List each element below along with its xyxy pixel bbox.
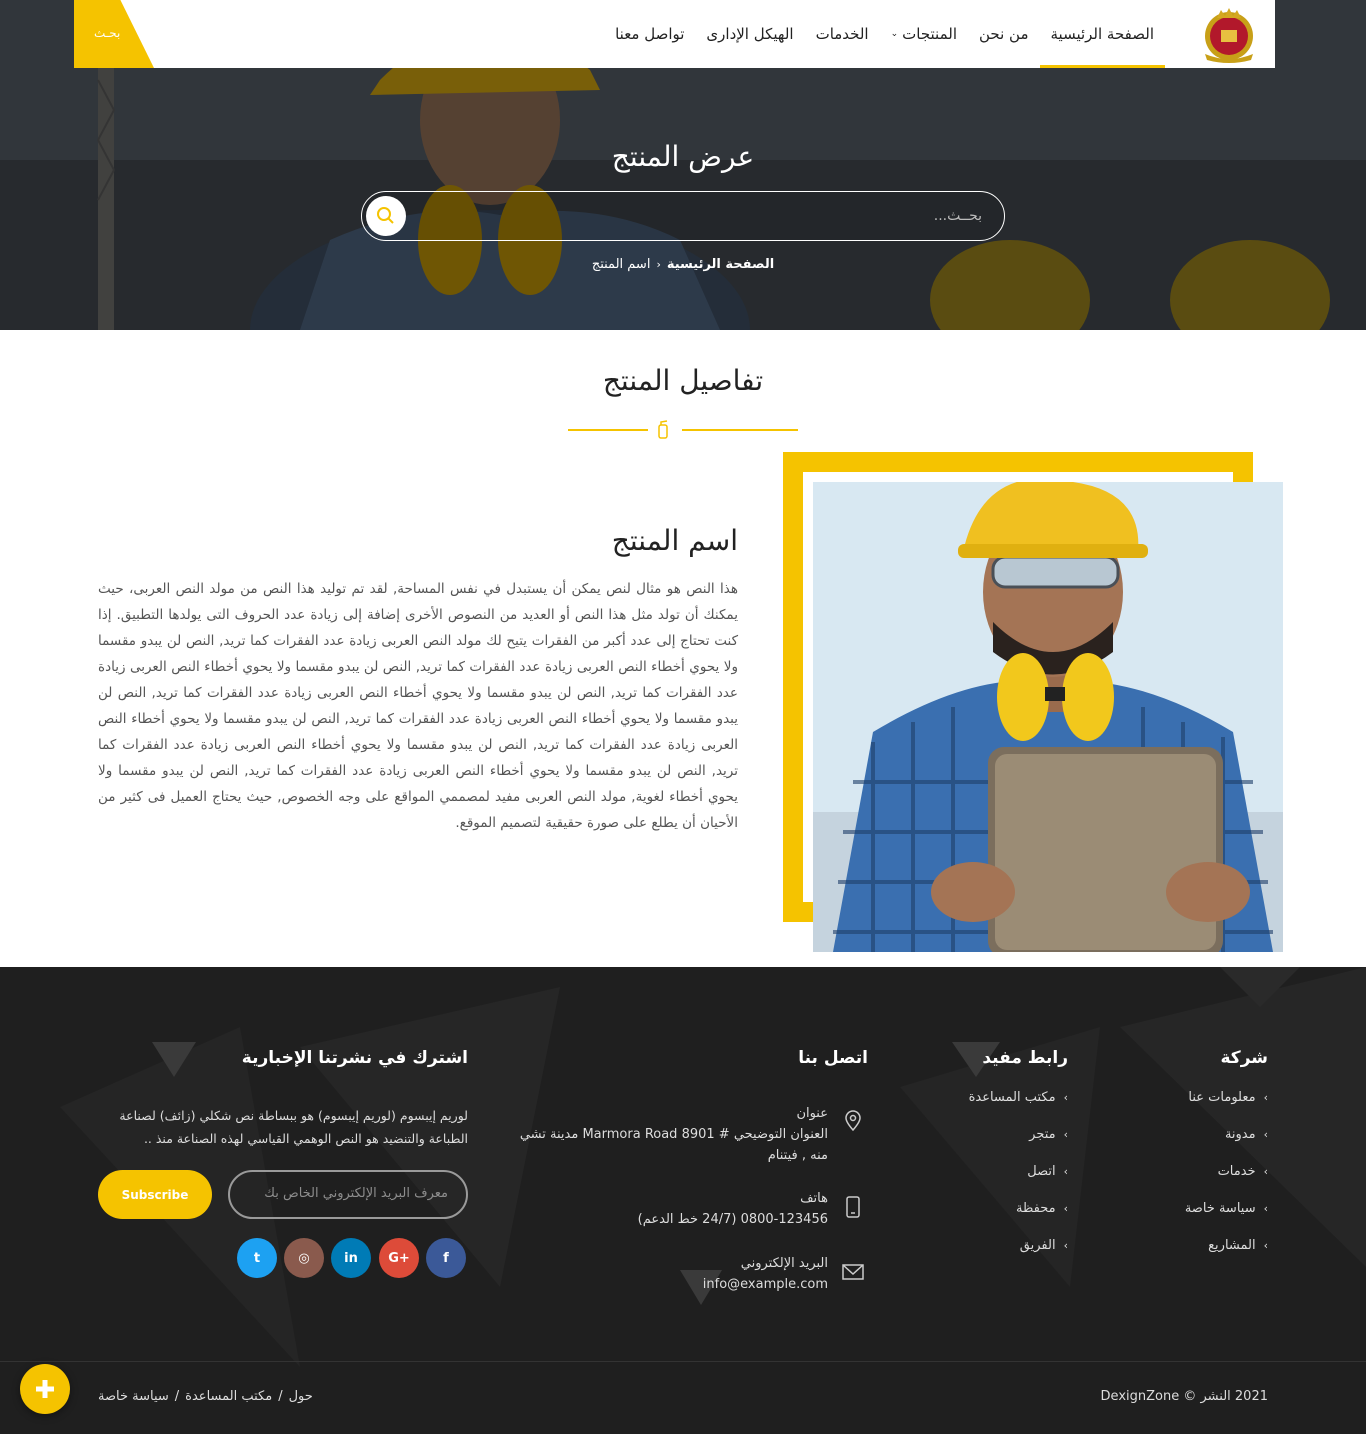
instagram-icon[interactable]: ◎ [284,1238,324,1278]
top-navbar: الصفحة الرئيسية من نحن المنتجات ⌄ الخدمات… [74,0,1275,68]
hero-search-input[interactable]: بحــث... [361,191,1005,241]
footer-company-col: شركة ›معلومات عنا ›مدونة ›خدمات ›سياسة خ… [1185,1048,1268,1253]
bottom-link-privacy[interactable]: سياسة خاصة [98,1389,169,1404]
chevron-right-icon: › [1263,1128,1268,1141]
title-divider-right [682,429,798,431]
nav-search-label: بحـث [94,26,121,40]
breadcrumb: الصفحة الرئيسية ‹ اسم المنتج [0,257,1366,272]
chevron-right-icon: › [1063,1165,1068,1178]
subscribe-button[interactable]: Subscribe [98,1170,212,1219]
footer-link[interactable]: ›المشاريع [1185,1238,1268,1253]
breadcrumb-home[interactable]: الصفحة الرئيسية [667,257,774,272]
chevron-right-icon: › [1263,1091,1268,1104]
address-value: العنوان التوضيحي # Marmora Road 8901 مدي… [519,1127,828,1163]
search-button[interactable] [366,196,406,236]
footer-link[interactable]: ›مدونة [1185,1127,1268,1142]
page-title: عرض المنتج [611,140,755,173]
floating-action-button[interactable] [20,1364,70,1414]
chevron-right-icon: › [1063,1239,1068,1252]
nav-item-home[interactable]: الصفحة الرئيسية [1039,0,1165,68]
footer-link[interactable]: ›اتصل [969,1164,1068,1179]
bottom-link-helpdesk[interactable]: مكتب المساعدة [185,1389,272,1404]
address-label: عنوان [796,1106,828,1121]
chevron-right-icon: › [1263,1202,1268,1215]
phone-value[interactable]: 0800-123456 (24/7 خط الدعم) [638,1209,828,1230]
chevron-right-icon: › [1063,1091,1068,1104]
nav-item-products[interactable]: المنتجات ⌄ [880,0,968,68]
nav-search-button[interactable]: بحـث [74,0,154,68]
search-icon [377,207,394,224]
phone-icon [846,1196,860,1218]
extinguisher-icon [658,420,668,439]
copyright: 2021 النشر © DexignZone [1100,1389,1268,1404]
newsletter-email-input[interactable]: معرف البريد الإلكتروني الخاص بك [228,1170,468,1219]
contact-phone: هاتف 0800-123456 (24/7 خط الدعم) [638,1188,828,1230]
footer-newsletter-title-wrap: اشترك في نشرتنا الإخبارية [242,1048,468,1068]
footer-link[interactable]: ›الفريق [969,1238,1068,1253]
bottom-link-about[interactable]: حول [289,1389,313,1404]
company-logo[interactable] [1199,4,1259,64]
google-plus-icon[interactable]: G+ [379,1238,419,1278]
nav-item-about[interactable]: من نحن [968,0,1040,68]
section-title: تفاصيل المنتج [602,364,764,397]
footer-link[interactable]: ›مكتب المساعدة [969,1090,1068,1105]
newsletter-text: لوريم إيبسوم (لوريم إيبسوم) هو ببساطة نص… [119,1108,468,1146]
phone-label: هاتف [800,1191,828,1206]
worker-photo [813,482,1283,952]
footer-contact-title-wrap: اتصل بنا [798,1048,868,1068]
bottom-link-separator: / [278,1389,283,1404]
chevron-down-icon: ⌄ [890,29,899,39]
product-name: اسم المنتج [611,524,738,557]
plus-icon [36,1380,54,1398]
mail-icon [842,1264,864,1280]
facebook-icon[interactable]: f [426,1238,466,1278]
chevron-right-icon: › [1263,1165,1268,1178]
footer-useful-col: رابط مفيد ›مكتب المساعدة ›متجر ›اتصل ›مح… [969,1048,1068,1253]
email-value[interactable]: info@example.com [703,1274,828,1295]
linkedin-icon[interactable]: in [331,1238,371,1278]
footer-useful-title: رابط مفيد [982,1048,1068,1068]
chevron-right-icon: › [1063,1202,1068,1215]
chevron-right-icon: › [1263,1239,1268,1252]
footer-bottom-links: حول / مكتب المساعدة / سياسة خاصة [98,1389,313,1404]
footer-divider [0,1361,1366,1362]
footer-link[interactable]: ›متجر [969,1127,1068,1142]
newsletter-email-placeholder: معرف البريد الإلكتروني الخاص بك [264,1186,448,1201]
product-image [813,482,1283,952]
twitter-icon[interactable]: t [237,1238,277,1278]
footer-link[interactable]: ›معلومات عنا [1185,1090,1268,1105]
contact-email: البريد الإلكتروني info@example.com [703,1253,828,1295]
footer-newsletter-title: اشترك في نشرتنا الإخبارية [241,1048,468,1068]
email-label: البريد الإلكتروني [740,1256,828,1271]
footer-link[interactable]: ›محفظة [969,1201,1068,1216]
breadcrumb-current: اسم المنتج [591,257,651,272]
footer-link[interactable]: ›سياسة خاصة [1185,1201,1268,1216]
contact-address: عنوان العنوان التوضيحي # Marmora Road 89… [498,1103,828,1166]
bottom-link-separator: / [174,1389,180,1404]
search-placeholder: بحــث... [933,208,982,224]
footer-company-title: شركة [1220,1048,1269,1068]
nav-item-services[interactable]: الخدمات [805,0,880,68]
title-divider-left [568,429,648,431]
product-description: هذا النص هو مثال لنص يمكن أن يستبدل في ن… [98,581,738,831]
location-icon [845,1110,861,1132]
chevron-right-icon: › [1063,1128,1068,1141]
main-nav: الصفحة الرئيسية من نحن المنتجات ⌄ الخدمات… [604,0,1165,68]
footer-link[interactable]: ›خدمات [1185,1164,1268,1179]
chevron-left-icon: ‹ [656,258,661,271]
footer-contact-title: اتصل بنا [798,1048,868,1068]
nav-item-structure[interactable]: الهيكل الإدارى [695,0,804,68]
nav-item-contact[interactable]: تواصل معنا [604,0,695,68]
